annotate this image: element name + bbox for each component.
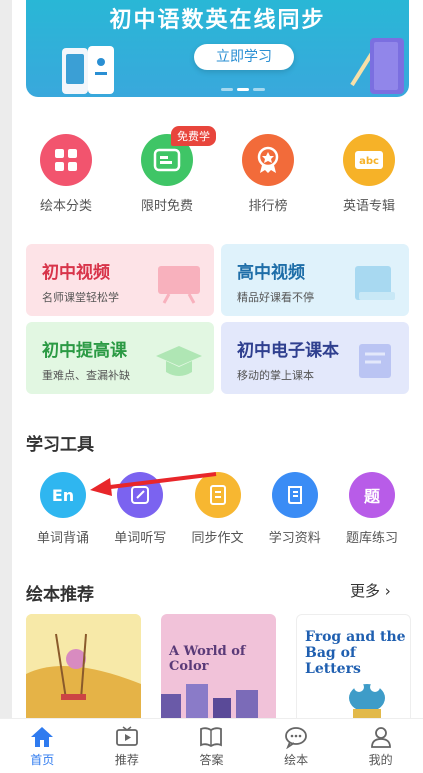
question-bank-icon: 题 [349, 472, 395, 518]
bottom-nav: 首页 推荐 答案 绘本 我的 [0, 718, 423, 773]
nav-home[interactable]: 首页 [12, 725, 72, 773]
book-cover[interactable]: Frog and the Bag of Letters [296, 614, 411, 724]
quick-link-label: 限时免费 [140, 199, 193, 214]
book-icon [200, 727, 223, 748]
medal-icon [242, 134, 294, 186]
graduation-cap-icon [156, 346, 202, 376]
book-recommend-title: 绘本推荐 [26, 585, 94, 605]
more-link[interactable]: 更多 › [350, 580, 391, 601]
nav-answers[interactable]: 答案 [181, 725, 241, 773]
nav-picture-books[interactable]: 绘本 [266, 725, 326, 773]
book-title: A World of Color [169, 644, 246, 674]
nav-label: 推荐 [114, 753, 139, 767]
more-label: 更多 [350, 582, 381, 600]
chat-icon [285, 727, 307, 749]
tool-label: 单词背诵 [36, 531, 89, 546]
nav-label: 答案 [199, 753, 224, 767]
tv-icon [115, 726, 138, 746]
nav-label: 绘本 [284, 753, 309, 767]
promo-banner[interactable]: 初中语数英在线同步 立即学习 [26, 0, 409, 97]
blackboard-icon [158, 266, 200, 304]
en-icon: En [40, 472, 86, 518]
quick-link-limited-free[interactable]: 免费学 限时免费 [127, 126, 216, 224]
tool-label: 同步作文 [191, 531, 244, 546]
course-card-junior-video[interactable]: 初中视频 名师课堂轻松学 [26, 244, 214, 316]
tablet-illustration [62, 46, 114, 94]
quick-link-rankings[interactable]: 排行榜 [228, 134, 308, 224]
free-badge: 免费学 [171, 126, 216, 146]
quick-link-label: 英语专辑 [342, 199, 395, 214]
frog-illustration [349, 682, 385, 719]
course-card-senior-video[interactable]: 高中视频 精品好课看不停 [221, 244, 409, 316]
book-list: A World of Color Frog and the Bag of Let… [26, 614, 423, 724]
course-card-advanced-course[interactable]: 初中提高课 重难点、查漏补缺 [26, 322, 214, 394]
learn-now-button[interactable]: 立即学习 [194, 44, 294, 70]
tool-label: 题库练习 [345, 531, 398, 546]
study-tools-title: 学习工具 [26, 435, 94, 455]
svg-text:abc: abc [359, 156, 379, 167]
nav-label: 我的 [368, 753, 393, 767]
tool-study-materials[interactable]: 学习资料 [258, 472, 332, 546]
tool-question-bank[interactable]: 题 题库练习 [335, 472, 409, 546]
chevron-right-icon: › [384, 582, 391, 600]
annotation-arrow [90, 472, 217, 496]
swing-illustration [26, 614, 141, 724]
book-icon [355, 266, 395, 300]
quick-link-picture-book-categories[interactable]: 绘本分类 [26, 134, 106, 224]
quick-links: 绘本分类 免费学 限时免费 排行榜 abc 英语专辑 [26, 126, 409, 224]
book-title: Frog and the Bag of Letters [305, 629, 406, 677]
abc-icon: abc [343, 134, 395, 186]
quick-link-label: 绘本分类 [39, 199, 92, 214]
home-icon [31, 727, 54, 747]
nav-mine[interactable]: 我的 [351, 725, 411, 773]
scroll-icon [359, 344, 391, 378]
notebook-illustration [350, 38, 404, 94]
nav-label: 首页 [30, 753, 55, 767]
tool-label: 单词听写 [114, 531, 167, 546]
book-cover[interactable]: A World of Color [161, 614, 276, 724]
nav-recommend[interactable]: 推荐 [97, 725, 157, 773]
carousel-dots [221, 88, 265, 91]
left-edge [0, 0, 12, 773]
course-cards: 初中视频 名师课堂轻松学 高中视频 精品好课看不停 初中提高课 重难点、查漏补缺… [26, 244, 409, 394]
course-card-e-textbook[interactable]: 初中电子课本 移动的掌上课本 [221, 322, 409, 394]
tool-label: 学习资料 [268, 531, 321, 546]
book-cover[interactable] [26, 614, 141, 724]
quick-link-english-album[interactable]: abc 英语专辑 [329, 134, 409, 224]
book-list-icon [271, 472, 318, 518]
grid-icon [40, 134, 92, 186]
quick-link-label: 排行榜 [248, 199, 288, 214]
user-icon [370, 727, 391, 748]
